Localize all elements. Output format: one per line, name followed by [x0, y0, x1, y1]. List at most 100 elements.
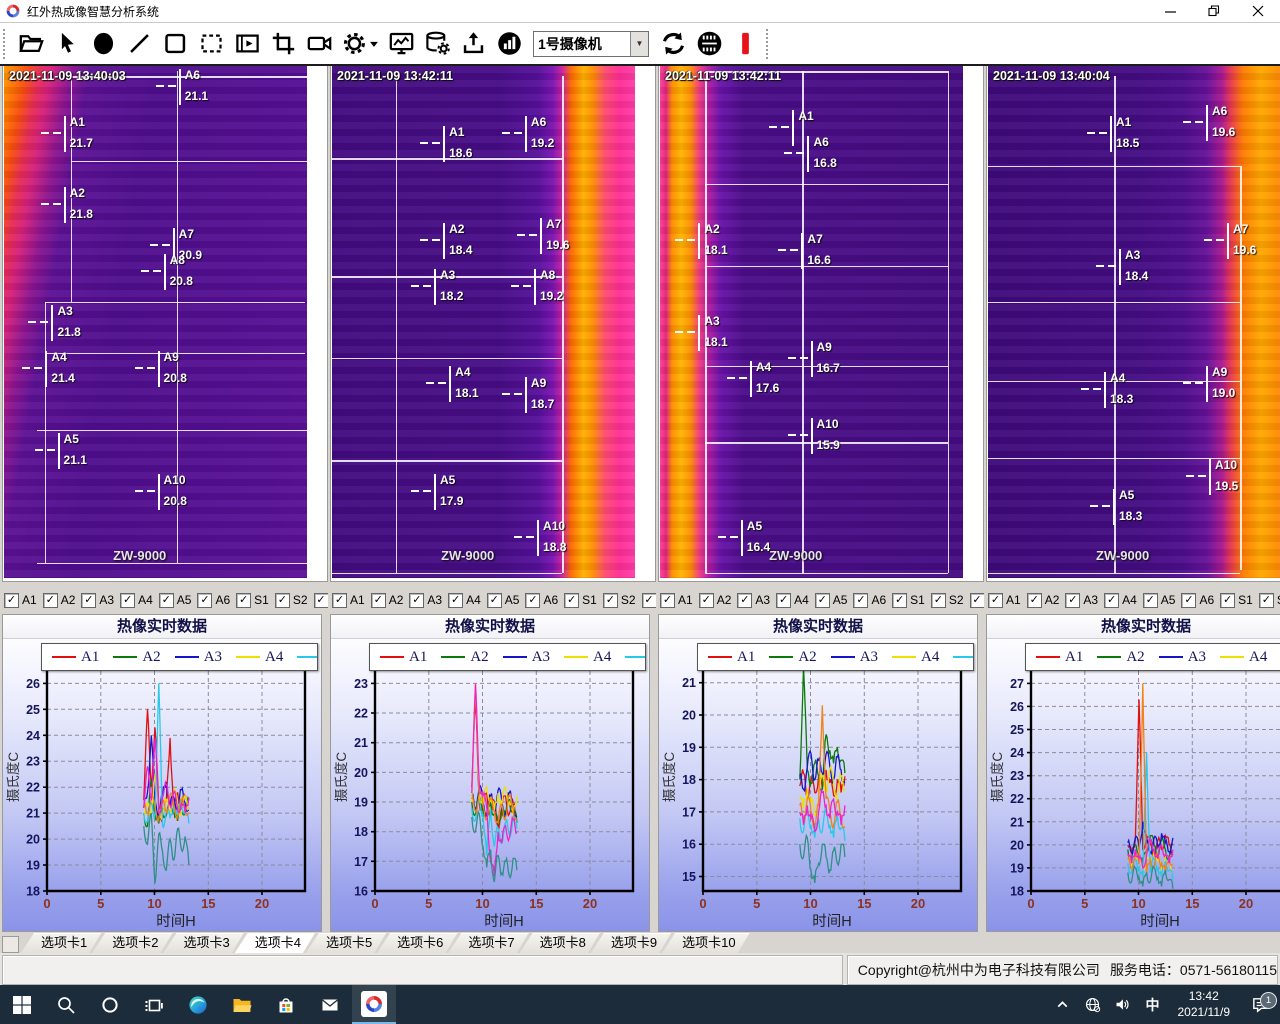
checkbox-A3[interactable]: ✓: [409, 593, 424, 608]
camera-column-4: 2021-11-09 13:40:04A118.5A619.6A318.4A71…: [986, 64, 1280, 932]
checkbox-A3[interactable]: ✓: [737, 593, 752, 608]
tab-3[interactable]: 选项卡3: [163, 933, 244, 953]
tab-6[interactable]: 选项卡6: [377, 933, 458, 953]
checkbox-A5[interactable]: ✓: [159, 593, 174, 608]
thermal-image[interactable]: 2021-11-09 13:40:04A118.5A619.6A318.4A71…: [988, 66, 1280, 578]
video-play-icon[interactable]: [229, 28, 265, 60]
ellipse-icon[interactable]: [85, 28, 121, 60]
checkbox-S3[interactable]: ✓: [642, 593, 657, 608]
checkbox-S3[interactable]: ✓: [970, 593, 985, 608]
close-button[interactable]: [1236, 0, 1280, 22]
stats-circle-icon[interactable]: [491, 28, 527, 60]
legend-item-A2: A2: [113, 649, 160, 666]
chip-icon[interactable]: [691, 28, 727, 60]
minimize-button[interactable]: [1148, 0, 1192, 22]
checkbox-A2[interactable]: ✓: [43, 593, 58, 608]
camera-column-2: 2021-11-09 13:42:11A118.6A619.2A218.4A71…: [330, 64, 656, 932]
checkbox-item-A4: ✓A4: [120, 593, 153, 608]
cursor-icon[interactable]: [49, 28, 85, 60]
search-icon[interactable]: [44, 985, 88, 1024]
checkbox-A5[interactable]: ✓: [815, 593, 830, 608]
taskbar-clock[interactable]: 13:42 2021/11/9: [1178, 989, 1231, 1020]
checkbox-A1[interactable]: ✓: [988, 593, 1003, 608]
tab-scroll-stub[interactable]: [2, 936, 19, 953]
tab-7[interactable]: 选项卡7: [448, 933, 529, 953]
checkbox-A1[interactable]: ✓: [332, 593, 347, 608]
rect-icon[interactable]: [157, 28, 193, 60]
cortana-icon[interactable]: [88, 985, 132, 1024]
checkbox-S3[interactable]: ✓: [314, 593, 329, 608]
tab-4[interactable]: 选项卡4: [235, 933, 316, 953]
checkbox-S1[interactable]: ✓: [1220, 593, 1235, 608]
record-bar-icon[interactable]: [727, 28, 763, 60]
checkbox-A2[interactable]: ✓: [1027, 593, 1042, 608]
checkbox-S2[interactable]: ✓: [603, 593, 618, 608]
camera-icon[interactable]: [301, 28, 337, 60]
thermal-image[interactable]: 2021-11-09 13:40:03A121.7A621.1A221.8A72…: [4, 66, 307, 578]
checkbox-A6[interactable]: ✓: [525, 593, 540, 608]
checkbox-A4[interactable]: ✓: [120, 593, 135, 608]
checkbox-S2[interactable]: ✓: [275, 593, 290, 608]
checkbox-A4[interactable]: ✓: [1104, 593, 1119, 608]
task-view-icon[interactable]: [132, 985, 176, 1024]
checkbox-A4[interactable]: ✓: [776, 593, 791, 608]
database-settings-icon[interactable]: [419, 28, 455, 60]
restore-button[interactable]: [1192, 0, 1236, 22]
checkbox-A4[interactable]: ✓: [448, 593, 463, 608]
checkbox-A5[interactable]: ✓: [1143, 593, 1158, 608]
checkbox-A2[interactable]: ✓: [699, 593, 714, 608]
camera-select[interactable]: 1号摄像机 ▼: [533, 31, 649, 57]
mail-icon[interactable]: [308, 985, 352, 1024]
checkbox-A2[interactable]: ✓: [371, 593, 386, 608]
checkbox-S1[interactable]: ✓: [892, 593, 907, 608]
refresh-icon[interactable]: [655, 28, 691, 60]
ime-indicator[interactable]: 中: [1138, 995, 1168, 1015]
monitor-chart-icon[interactable]: [383, 28, 419, 60]
selection-rect-icon[interactable]: [193, 28, 229, 60]
upload-icon[interactable]: [455, 28, 491, 60]
thermal-image[interactable]: 2021-11-09 13:42:11A1A616.8A218.1A716.6A…: [660, 66, 963, 578]
chevron-down-icon[interactable]: ▼: [630, 32, 648, 56]
checkbox-A3[interactable]: ✓: [1065, 593, 1080, 608]
tab-1[interactable]: 选项卡1: [21, 933, 102, 953]
svg-text:15: 15: [1185, 896, 1199, 911]
line-icon[interactable]: [121, 28, 157, 60]
chart-plot: 1516171819202105101520: [659, 639, 977, 931]
tab-10[interactable]: 选项卡10: [662, 933, 750, 953]
start-button[interactable]: [0, 985, 44, 1024]
tab-2[interactable]: 选项卡2: [92, 933, 173, 953]
checkbox-S2[interactable]: ✓: [931, 593, 946, 608]
action-center-icon[interactable]: 1: [1240, 995, 1280, 1014]
store-icon[interactable]: [264, 985, 308, 1024]
checkbox-A1[interactable]: ✓: [4, 593, 19, 608]
checkbox-S2[interactable]: ✓: [1259, 593, 1274, 608]
checkbox-A3[interactable]: ✓: [81, 593, 96, 608]
checkbox-A6[interactable]: ✓: [1181, 593, 1196, 608]
tray-chevron-up-icon[interactable]: [1048, 996, 1078, 1013]
checkbox-A6[interactable]: ✓: [197, 593, 212, 608]
network-globe-icon[interactable]: [1078, 996, 1108, 1013]
realtime-chart-3: 热像实时数据A1A2A3A4A5A6S1S2151617181920210510…: [658, 614, 978, 932]
checkbox-A5[interactable]: ✓: [487, 593, 502, 608]
open-folder-icon[interactable]: [13, 28, 49, 60]
checkbox-S1[interactable]: ✓: [564, 593, 579, 608]
edge-icon[interactable]: [176, 985, 220, 1024]
checkbox-S1[interactable]: ✓: [236, 593, 251, 608]
file-explorer-icon[interactable]: [220, 985, 264, 1024]
tab-9[interactable]: 选项卡9: [591, 933, 672, 953]
checkbox-item-S3: ✓S3: [642, 593, 657, 608]
legend-item-A1: A1: [1036, 649, 1083, 666]
settings-gear-icon[interactable]: [337, 28, 383, 60]
thermal-image[interactable]: 2021-11-09 13:42:11A118.6A619.2A218.4A71…: [332, 66, 635, 578]
crop-icon[interactable]: [265, 28, 301, 60]
checkbox-A6[interactable]: ✓: [853, 593, 868, 608]
taskbar-date: 2021/11/9: [1178, 1005, 1231, 1021]
thermal-app-taskbar-icon[interactable]: [352, 985, 396, 1024]
toolbar-gripper[interactable]: [3, 29, 9, 59]
volume-icon[interactable]: [1108, 996, 1138, 1013]
checkbox-A1[interactable]: ✓: [660, 593, 675, 608]
tab-5[interactable]: 选项卡5: [306, 933, 387, 953]
svg-text:23: 23: [1010, 769, 1024, 783]
tab-8[interactable]: 选项卡8: [520, 933, 601, 953]
toolbar-gripper-2[interactable]: [766, 29, 772, 59]
